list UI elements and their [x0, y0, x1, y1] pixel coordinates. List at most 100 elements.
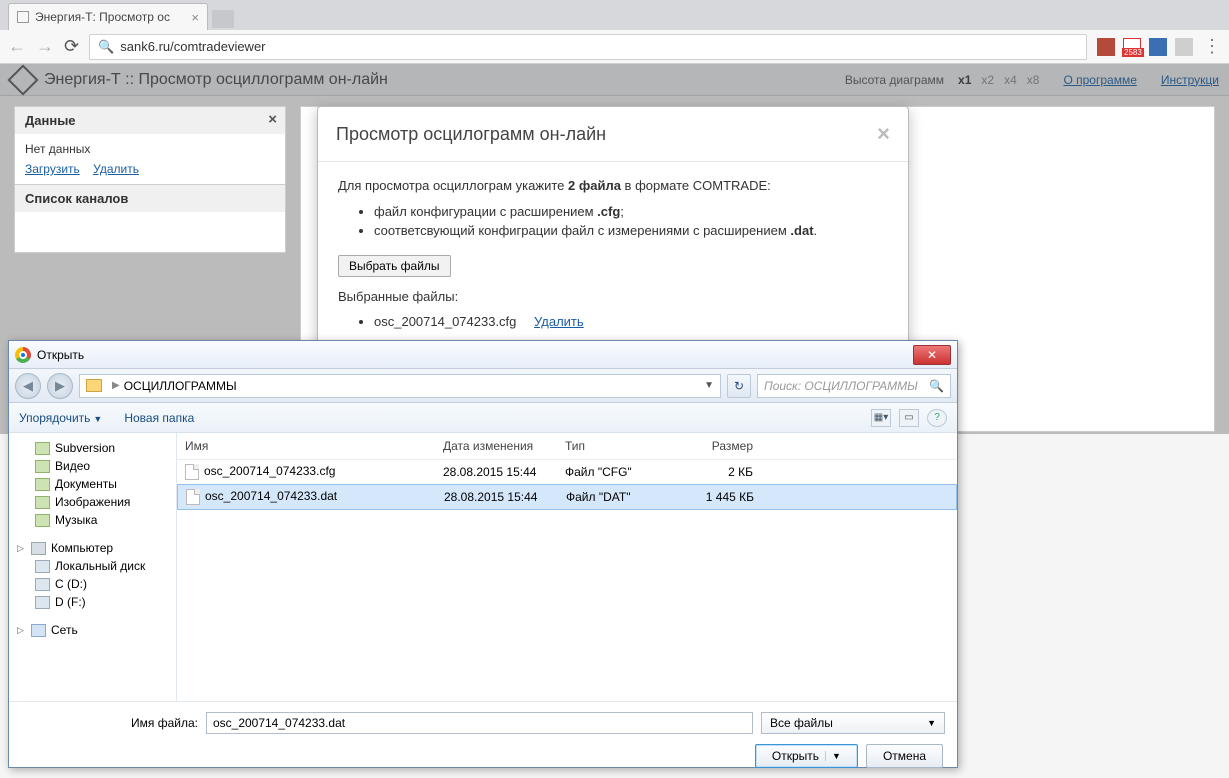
delete-file-link[interactable]: Удалить	[534, 314, 584, 329]
chevron-right-icon: ▶	[112, 380, 120, 391]
nav-forward-button[interactable]: ▶	[47, 373, 73, 399]
url-text: sank6.ru/comtradeviewer	[120, 39, 265, 54]
col-name[interactable]: Имя	[177, 437, 435, 455]
drive-icon	[35, 560, 50, 573]
no-data-text: Нет данных	[25, 142, 275, 156]
computer-icon	[31, 542, 46, 555]
modal-li-dat: соответсвующий конфиграции файл с измере…	[374, 221, 888, 241]
search-input[interactable]: Поиск: ОСЦИЛЛОГРАММЫ 🔍	[757, 374, 951, 398]
search-placeholder: Поиск: ОСЦИЛЛОГРАММЫ	[764, 379, 918, 393]
modal-title: Просмотр осцилограмм он-лайн	[336, 124, 877, 145]
cancel-button[interactable]: Отмена	[866, 744, 943, 768]
file-list: Имя Дата изменения Тип Размер osc_200714…	[177, 433, 957, 701]
tab-close-icon[interactable]: ×	[191, 10, 199, 25]
modal-header: Просмотр осцилограмм он-лайн ×	[318, 107, 908, 162]
col-date[interactable]: Дата изменения	[435, 437, 557, 455]
new-tab-button[interactable]	[212, 10, 234, 28]
col-type[interactable]: Тип	[557, 437, 675, 455]
col-size[interactable]: Размер	[675, 437, 761, 455]
dialog-toolbar: Упорядочить▼ Новая папка ▦▾ ▭ ?	[9, 403, 957, 433]
filename-label: Имя файла:	[131, 716, 198, 730]
breadcrumb-folder: ОСЦИЛЛОГРАММЫ	[124, 379, 237, 393]
tree-item-video[interactable]: Видео	[55, 459, 90, 473]
selected-file-name: osc_200714_074233.cfg	[374, 314, 516, 329]
select-files-button[interactable]: Выбрать файлы	[338, 255, 451, 277]
chrome-menu-icon[interactable]: ⋮	[1203, 36, 1221, 57]
channels-panel-body	[15, 212, 285, 252]
chrome-app-icon	[15, 347, 31, 363]
selected-file-item: osc_200714_074233.cfg Удалить	[374, 312, 888, 332]
tree-item-drive-c[interactable]: C (D:)	[55, 577, 87, 591]
dialog-title: Открыть	[37, 348, 913, 362]
tab-title: Энергия-Т: Просмотр ос	[35, 10, 170, 24]
reload-button[interactable]: ⟳	[64, 36, 79, 57]
breadcrumb[interactable]: ▶ ОСЦИЛЛОГРАММЫ ▼	[79, 374, 721, 398]
network-icon	[31, 624, 46, 637]
data-panel-title: Данные	[25, 113, 76, 128]
data-panel-body: Нет данных Загрузить Удалить	[15, 134, 285, 184]
drive-icon	[35, 578, 50, 591]
dialog-nav-bar: ◀ ▶ ▶ ОСЦИЛЛОГРАММЫ ▼ ↻ Поиск: ОСЦИЛЛОГР…	[9, 369, 957, 403]
folder-tree[interactable]: Subversion Видео Документы Изображения М…	[9, 433, 177, 701]
remove-link[interactable]: Удалить	[93, 162, 139, 176]
open-button[interactable]: Открыть▼	[755, 744, 858, 768]
file-row-selected[interactable]: osc_200714_074233.dat 28.08.2015 15:44 Ф…	[177, 484, 957, 510]
file-icon	[186, 489, 200, 505]
new-folder-button[interactable]: Новая папка	[124, 411, 194, 425]
gmail-extension-icon[interactable]: 2583	[1123, 38, 1141, 56]
address-bar[interactable]: 🔍 sank6.ru/comtradeviewer	[89, 34, 1087, 60]
filename-input[interactable]	[206, 712, 753, 734]
tree-item-subversion[interactable]: Subversion	[55, 441, 115, 455]
search-icon: 🔍	[98, 39, 114, 55]
drive-icon	[35, 596, 50, 609]
expand-icon[interactable]: ▷	[17, 543, 26, 554]
sidebar: Данные × Нет данных Загрузить Удалить Сп…	[14, 106, 286, 253]
modal-close-icon[interactable]: ×	[877, 121, 890, 147]
tree-item-images[interactable]: Изображения	[55, 495, 130, 509]
tree-item-music[interactable]: Музыка	[55, 513, 97, 527]
tree-item-local-disk[interactable]: Локальный диск	[55, 559, 145, 573]
browser-tab[interactable]: Энергия-Т: Просмотр ос ×	[8, 3, 208, 30]
chrome-toolbar: ← → ⟳ 🔍 sank6.ru/comtradeviewer 2583 ⋮	[0, 30, 1229, 64]
gmail-badge: 2583	[1122, 48, 1144, 57]
folder-icon	[35, 496, 50, 509]
preview-pane-button[interactable]: ▭	[899, 409, 919, 427]
breadcrumb-dropdown-icon[interactable]: ▼	[704, 380, 714, 391]
forward-button[interactable]: →	[36, 36, 54, 57]
tree-item-documents[interactable]: Документы	[55, 477, 117, 491]
dialog-body: Subversion Видео Документы Изображения М…	[9, 433, 957, 701]
load-link[interactable]: Загрузить	[25, 162, 80, 176]
file-row[interactable]: osc_200714_074233.cfg 28.08.2015 15:44 Ф…	[177, 460, 957, 484]
view-options-button[interactable]: ▦▾	[871, 409, 891, 427]
file-open-dialog: Открыть ✕ ◀ ▶ ▶ ОСЦИЛЛОГРАММЫ ▼ ↻ Поиск:…	[8, 340, 958, 768]
file-icon	[185, 464, 199, 480]
modal-intro: Для просмотра осциллограм укажите 2 файл…	[338, 176, 888, 196]
tree-item-network[interactable]: Сеть	[51, 623, 78, 637]
channels-panel-title: Список каналов	[15, 184, 285, 212]
dialog-titlebar: Открыть ✕	[9, 341, 957, 369]
data-panel: Данные × Нет данных Загрузить Удалить Сп…	[14, 106, 286, 253]
extension-icons: 2583	[1097, 38, 1193, 56]
file-type-filter[interactable]: Все файлы▼	[761, 712, 945, 734]
extension-icon[interactable]	[1175, 38, 1193, 56]
tree-item-computer[interactable]: Компьютер	[51, 541, 113, 555]
panel-close-icon[interactable]: ×	[268, 111, 277, 128]
extension-icon[interactable]	[1149, 38, 1167, 56]
search-icon: 🔍	[929, 379, 944, 393]
back-button[interactable]: ←	[8, 36, 26, 57]
upload-modal: Просмотр осцилограмм он-лайн × Для просм…	[317, 106, 909, 376]
selected-files-label: Выбранные файлы:	[338, 287, 888, 307]
folder-icon	[35, 514, 50, 527]
expand-icon[interactable]: ▷	[17, 625, 26, 636]
refresh-button[interactable]: ↻	[727, 374, 751, 398]
dialog-close-button[interactable]: ✕	[913, 345, 951, 365]
help-button[interactable]: ?	[927, 409, 947, 427]
organize-menu[interactable]: Упорядочить▼	[19, 411, 102, 425]
nav-back-button[interactable]: ◀	[15, 373, 41, 399]
list-header: Имя Дата изменения Тип Размер	[177, 433, 957, 460]
data-panel-head: Данные ×	[15, 107, 285, 134]
extension-icon[interactable]	[1097, 38, 1115, 56]
tree-item-drive-d[interactable]: D (F:)	[55, 595, 86, 609]
chrome-tab-strip: Энергия-Т: Просмотр ос ×	[0, 0, 1229, 30]
folder-icon	[35, 442, 50, 455]
